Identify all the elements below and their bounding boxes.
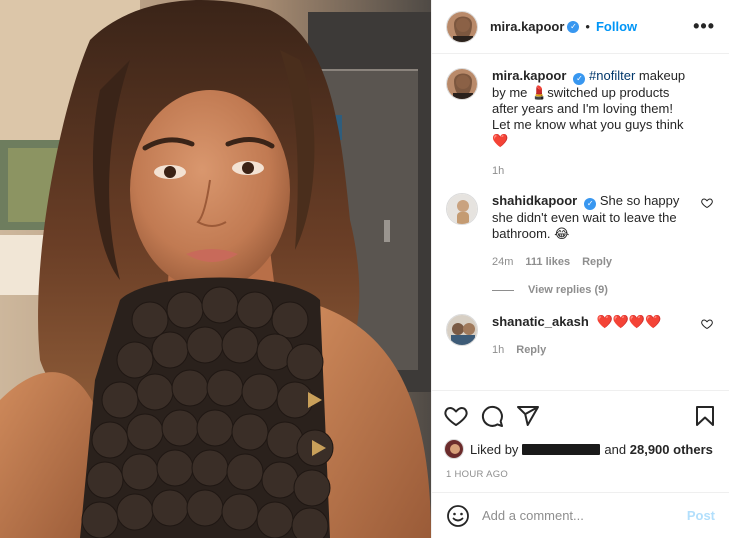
view-replies-button[interactable]: View replies (9) — [492, 284, 713, 296]
commenter-avatar[interactable] — [446, 314, 478, 346]
post-side-panel: mira.kapoor ✓ • Follow ••• mira.kapoor ✓ … — [431, 0, 729, 538]
like-comment-heart-icon[interactable] — [701, 318, 713, 330]
comment-author[interactable]: shanatic_akash — [492, 314, 589, 329]
view-replies-line — [492, 289, 514, 291]
comment-row: shahidkapoor ✓ She so happy she didn't ev… — [446, 193, 713, 270]
reply-button[interactable]: Reply — [516, 342, 546, 358]
comment-bubble-icon[interactable] — [480, 404, 504, 428]
caption-avatar-image — [447, 69, 477, 99]
action-icons — [444, 397, 717, 435]
emoji-smiley-icon[interactable] — [446, 504, 470, 528]
author-avatar[interactable] — [446, 10, 478, 43]
header-separator: • — [585, 19, 590, 34]
verified-badge-icon: ✓ — [573, 73, 586, 85]
post-actions: Liked by and 28,900 others 1 HOUR AGO — [432, 390, 729, 492]
comment-meta: 1h Reply — [492, 342, 695, 358]
post-comment-button[interactable]: Post — [687, 508, 715, 523]
selfie-photo-illustration — [0, 0, 431, 538]
comment-body: shanatic_akash ❤️❤️❤️❤️ 1h Reply — [492, 314, 713, 358]
comment-likes-count[interactable]: 111 likes — [525, 254, 570, 270]
add-comment-input[interactable] — [482, 508, 687, 523]
commenter-avatar[interactable] — [446, 193, 478, 225]
comment-body: shahidkapoor ✓ She so happy she didn't ev… — [492, 193, 713, 270]
commenter-avatar-image — [447, 194, 477, 224]
author-username[interactable]: mira.kapoor — [490, 19, 564, 34]
liked-by-prefix: Liked by — [470, 441, 519, 457]
share-send-icon[interactable] — [516, 404, 540, 428]
caption-body: mira.kapoor ✓ #nofilter makeup by me 💄swi… — [492, 68, 713, 179]
comment-age[interactable]: 24m — [492, 254, 513, 270]
comment-meta: 24m 111 likes Reply — [492, 254, 695, 270]
reply-button[interactable]: Reply — [582, 254, 612, 270]
caption-text-2: Let me know what you guys think — [492, 117, 684, 132]
view-replies-label: View replies (9) — [528, 284, 608, 296]
caption-age[interactable]: 1h — [492, 163, 504, 179]
post-header: mira.kapoor ✓ • Follow ••• — [432, 0, 729, 54]
hashtag-link[interactable]: #nofilter — [589, 68, 635, 83]
comment-text: ❤️❤️❤️❤️ — [596, 314, 662, 329]
post-photo[interactable] — [0, 0, 431, 538]
author-avatar-image — [447, 11, 477, 42]
verified-badge-icon: ✓ — [584, 198, 597, 210]
redacted-username — [522, 443, 601, 455]
comment-row: shanatic_akash ❤️❤️❤️❤️ 1h Reply — [446, 314, 713, 358]
comments-list[interactable]: mira.kapoor ✓ #nofilter makeup by me 💄swi… — [432, 54, 729, 390]
comment-author[interactable]: shahidkapoor — [492, 193, 577, 208]
post-timestamp[interactable]: 1 HOUR AGO — [446, 469, 717, 480]
instagram-post: mira.kapoor ✓ • Follow ••• mira.kapoor ✓ … — [0, 0, 729, 538]
follow-button[interactable]: Follow — [596, 19, 637, 34]
verified-badge-icon: ✓ — [567, 20, 580, 33]
caption-author[interactable]: mira.kapoor — [492, 68, 566, 83]
more-options-icon[interactable]: ••• — [693, 16, 715, 37]
red-heart-emoji: ❤️ — [492, 133, 509, 148]
comment-age[interactable]: 1h — [492, 342, 504, 358]
like-heart-icon[interactable] — [444, 404, 468, 428]
liked-by-row: Liked by and 28,900 others — [444, 439, 717, 459]
caption-row: mira.kapoor ✓ #nofilter makeup by me 💄swi… — [446, 68, 713, 179]
liker-avatar-image — [445, 440, 463, 458]
commenter-avatar-image — [447, 315, 477, 345]
caption-meta: 1h — [492, 163, 695, 179]
liked-by-and: and — [604, 441, 627, 457]
liked-by-others[interactable]: 28,900 others — [630, 442, 713, 457]
caption-author-avatar[interactable] — [446, 68, 478, 100]
liker-avatar[interactable] — [444, 439, 464, 459]
like-comment-heart-icon[interactable] — [701, 197, 713, 209]
add-comment-bar: Post — [432, 492, 729, 538]
save-bookmark-icon[interactable] — [693, 404, 717, 428]
